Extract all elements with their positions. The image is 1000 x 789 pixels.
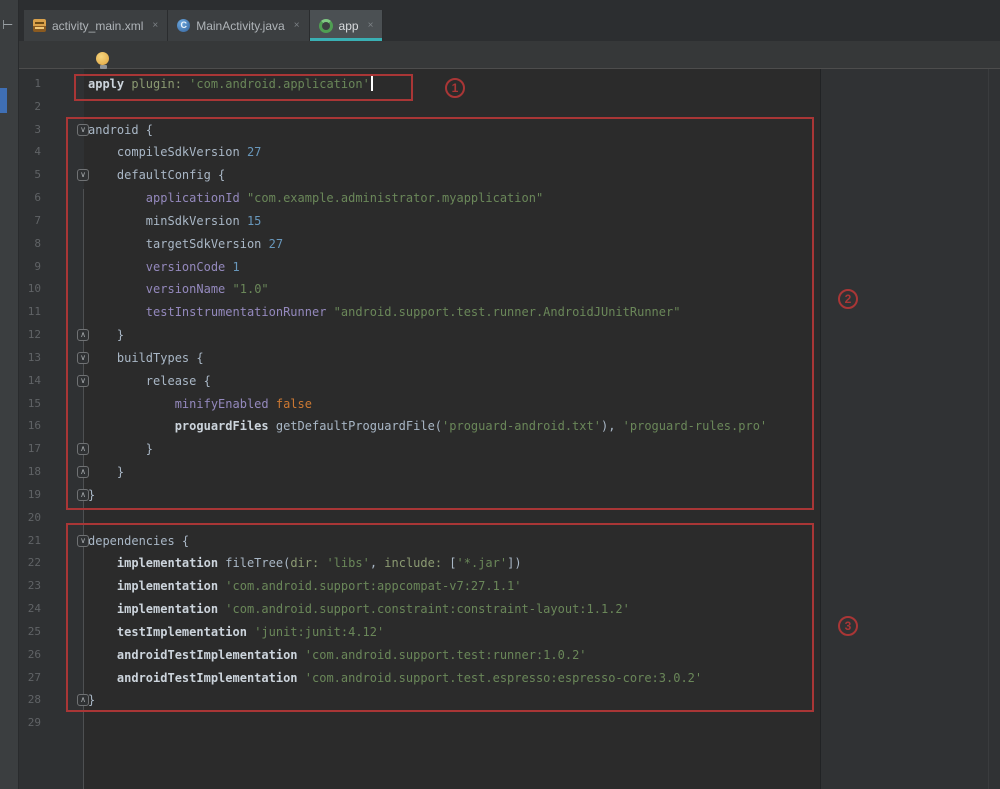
annotation-box-1 — [74, 74, 413, 101]
tab-label: app — [338, 18, 359, 33]
editor-right-panel — [820, 69, 1000, 789]
line-number: 5 — [34, 168, 41, 182]
android-studio-window: ⊢ activity_main.xml × C MainActivity.jav… — [0, 0, 1000, 789]
line-number: 13 — [27, 350, 41, 364]
tab-strip: activity_main.xml × C MainActivity.java … — [24, 10, 384, 41]
line-number: 20 — [27, 510, 41, 524]
layout-xml-file-icon — [33, 19, 46, 32]
annotation-box-3 — [66, 523, 814, 712]
tab-app-gradle[interactable]: app × — [309, 10, 384, 41]
annotation-badge-1: 1 — [445, 78, 465, 98]
line-number: 24 — [27, 602, 41, 616]
editor-right-edge — [988, 69, 989, 789]
close-icon[interactable]: × — [368, 20, 374, 31]
close-icon[interactable]: × — [294, 20, 300, 31]
line-number: 19 — [27, 487, 41, 501]
line-number: 8 — [34, 236, 41, 250]
gutter-row: 29 — [19, 712, 84, 735]
line-number: 12 — [27, 328, 41, 342]
annotation-box-2 — [66, 117, 814, 510]
line-number: 2 — [34, 99, 41, 113]
line-number: 3 — [34, 122, 41, 136]
line-number: 21 — [27, 533, 41, 547]
line-number: 10 — [27, 282, 41, 296]
line-number: 1 — [34, 77, 41, 90]
line-number: 9 — [34, 259, 41, 273]
line-number: 15 — [27, 396, 41, 410]
tab-mainactivity-java[interactable]: C MainActivity.java × — [168, 10, 310, 41]
tab-label: MainActivity.java — [196, 18, 285, 33]
line-number: 18 — [27, 465, 41, 479]
line-number: 25 — [27, 624, 41, 638]
line-number: 11 — [27, 305, 41, 319]
line-number: 23 — [27, 579, 41, 593]
tool-stripe-indicator — [0, 88, 7, 113]
java-class-icon: C — [177, 19, 191, 32]
line-number: 14 — [27, 373, 41, 387]
line-number: 17 — [27, 442, 41, 456]
tab-activity-main-xml[interactable]: activity_main.xml × — [24, 10, 169, 41]
annotation-badge-2: 2 — [838, 289, 858, 309]
left-tool-stripe: ⊢ — [0, 0, 19, 789]
tab-label: activity_main.xml — [52, 18, 144, 33]
gradle-icon — [318, 18, 333, 33]
line-number: 4 — [34, 145, 41, 159]
editor-tab-bar: activity_main.xml × C MainActivity.java … — [19, 0, 1000, 41]
code-line[interactable] — [84, 712, 820, 735]
close-icon[interactable]: × — [152, 20, 158, 31]
line-number: 28 — [27, 693, 41, 707]
tool-window-toggle-icon[interactable]: ⊢ — [2, 18, 13, 32]
editor-top-strip — [19, 41, 1000, 69]
line-number: 16 — [27, 419, 41, 433]
line-number: 7 — [34, 213, 41, 227]
line-number: 27 — [27, 670, 41, 684]
line-number: 29 — [27, 716, 41, 730]
line-number: 22 — [27, 556, 41, 570]
annotation-badge-3: 3 — [838, 616, 858, 636]
line-number: 6 — [34, 191, 41, 205]
line-number: 26 — [27, 647, 41, 661]
intention-lightbulb-icon[interactable] — [96, 52, 110, 71]
